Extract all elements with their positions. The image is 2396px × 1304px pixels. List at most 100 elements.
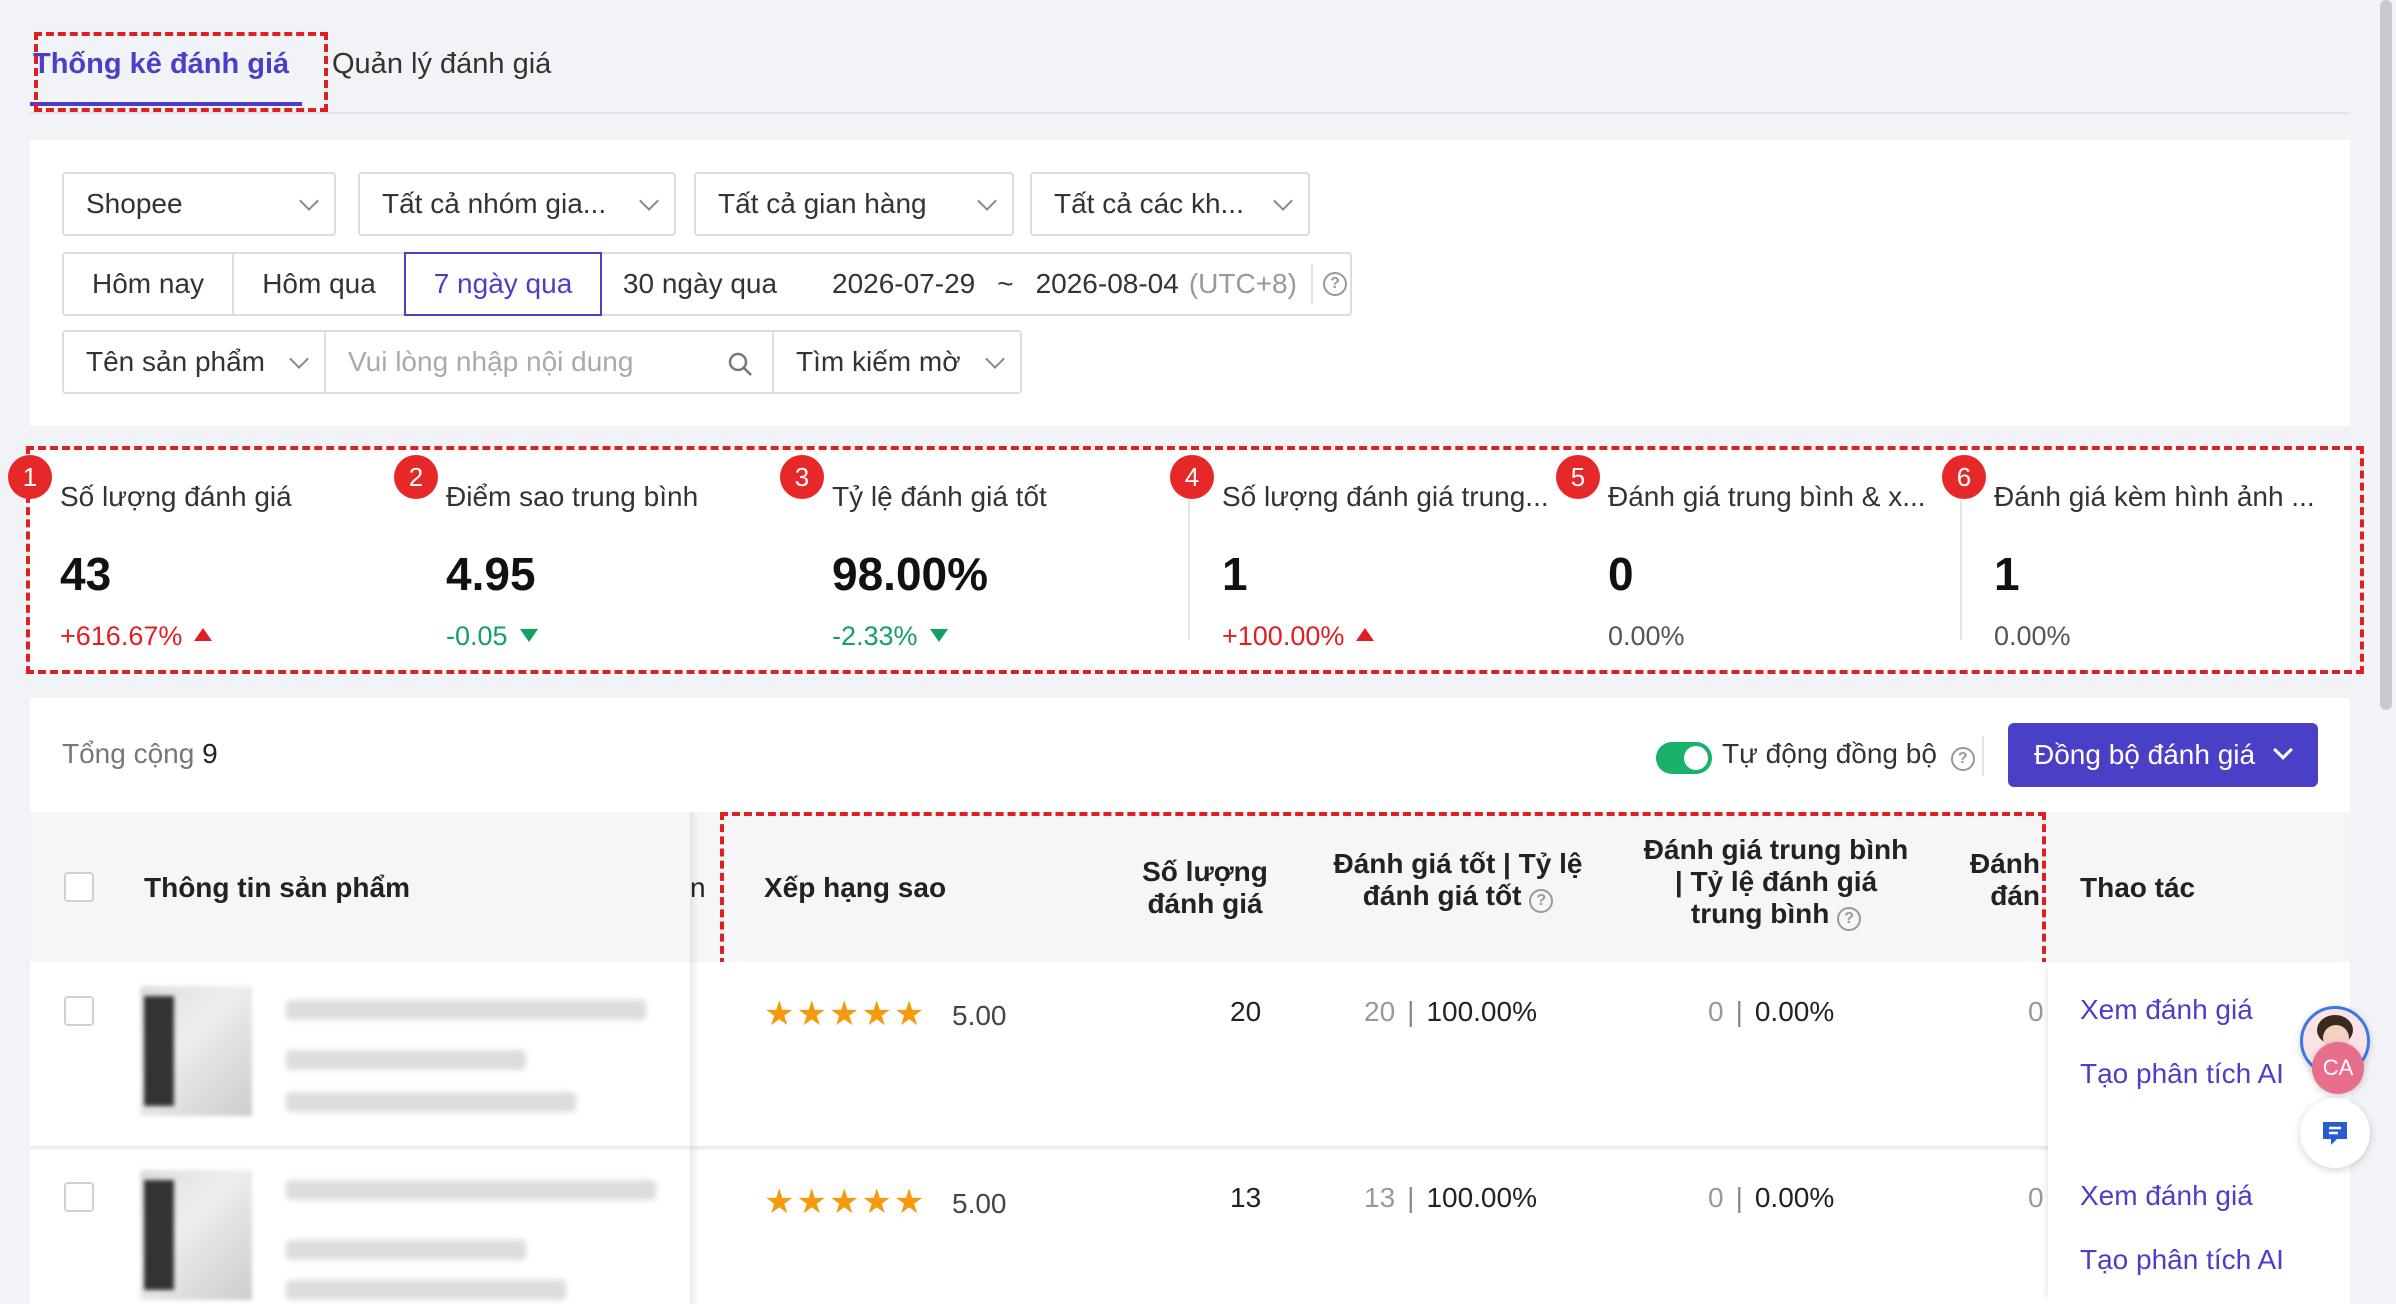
avatar-badge[interactable]: CA xyxy=(2312,1042,2364,1094)
stat-value: 4.95 xyxy=(446,548,536,600)
search-field-select[interactable]: Tên sản phẩm xyxy=(62,330,326,394)
stat-change-value: -0.05 xyxy=(446,621,508,651)
chevron-down-icon xyxy=(639,191,659,211)
customer-select[interactable]: Tất cả các kh... xyxy=(1030,172,1310,236)
rating-value: 5.00 xyxy=(952,1000,1007,1031)
annotation-badge: 3 xyxy=(780,455,824,499)
chat-icon xyxy=(2323,1122,2347,1145)
avg-review-cell: 0 | 0.00% xyxy=(1708,996,1834,1028)
help-icon[interactable]: ? xyxy=(1322,272,1347,296)
platform-select[interactable]: Shopee xyxy=(62,172,336,236)
product-meta-blurred xyxy=(286,1240,526,1260)
date-end: 2026-08-04 xyxy=(1035,268,1179,299)
stat-change-value: +100.00% xyxy=(1222,621,1345,651)
tab-review-manage[interactable]: Quản lý đánh giá xyxy=(332,48,551,81)
stat-card-avg-bad-review: 5 Đánh giá trung bình & x... 0 0.00% xyxy=(1556,455,1936,675)
select-all-checkbox[interactable] xyxy=(64,872,94,902)
chat-button[interactable] xyxy=(2300,1098,2370,1168)
chevron-down-icon xyxy=(985,349,1005,369)
search-mode-select[interactable]: Tìm kiếm mờ xyxy=(772,330,1022,394)
platform-select-value: Shopee xyxy=(86,188,183,219)
date-tab-7days[interactable]: 7 ngày qua xyxy=(404,252,602,316)
divider xyxy=(1310,264,1313,304)
stat-card-avg-review-count: 4 Số lượng đánh giá trung... 1 +100.00% xyxy=(1170,455,1550,675)
review-count: 13 xyxy=(1230,1182,1262,1213)
avg-count: 0 xyxy=(1708,996,1724,1027)
row-checkbox[interactable] xyxy=(64,996,94,1026)
chevron-down-icon xyxy=(1273,191,1293,211)
avg-review-cell: 0 | 0.00% xyxy=(1708,1182,1834,1214)
arrow-down-icon xyxy=(519,629,538,643)
ai-analysis-link[interactable]: Tạo phân tích AI xyxy=(2080,1058,2284,1090)
arrow-down-icon xyxy=(929,629,948,643)
stat-change: 0.00% xyxy=(1608,621,1685,651)
product-meta-blurred xyxy=(286,1092,576,1112)
chevron-down-icon xyxy=(289,349,309,369)
product-image xyxy=(140,986,252,1116)
search-icon[interactable] xyxy=(726,350,754,378)
view-reviews-link[interactable]: Xem đánh giá xyxy=(2080,1180,2253,1212)
stat-card-avg-stars: 2 Điểm sao trung bình 4.95 -0.05 xyxy=(394,455,774,675)
date-tab-30days[interactable]: 30 ngày qua xyxy=(600,252,800,316)
review-count: 20 xyxy=(1230,996,1262,1027)
column-shadow xyxy=(690,962,700,1304)
group-select[interactable]: Tất cả nhóm gia... xyxy=(358,172,676,236)
shop-select[interactable]: Tất cả gian hàng xyxy=(694,172,1014,236)
view-reviews-link[interactable]: Xem đánh giá xyxy=(2080,994,2253,1026)
separator: | xyxy=(1735,1182,1743,1213)
separator: | xyxy=(1407,996,1415,1027)
header-cut-letter: n xyxy=(690,872,706,903)
product-meta-blurred xyxy=(286,1050,526,1070)
product-image-detail xyxy=(144,996,174,1106)
annotation-box-tab xyxy=(34,32,328,112)
good-rate: 100.00% xyxy=(1426,1182,1537,1213)
sync-reviews-button[interactable]: Đồng bộ đánh giá xyxy=(2008,723,2318,787)
total-label: Tổng cộng xyxy=(62,738,195,769)
divider xyxy=(1982,736,1984,776)
search-mode-value: Tìm kiếm mờ xyxy=(796,346,961,377)
stat-change: 0.00% xyxy=(1994,621,2071,651)
stat-change: +100.00% xyxy=(1222,621,1375,652)
stat-value: 43 xyxy=(60,548,112,600)
stat-card-review-count: 1 Số lượng đánh giá 43 +616.67% xyxy=(8,455,388,675)
search-input[interactable]: Vui lòng nhập nội dung xyxy=(324,330,774,394)
ai-analysis-link[interactable]: Tạo phân tích AI xyxy=(2080,1244,2284,1276)
stat-value: 1 xyxy=(1994,548,2020,600)
date-tab-today[interactable]: Hôm nay xyxy=(62,252,234,316)
date-tab-yesterday[interactable]: Hôm qua xyxy=(232,252,406,316)
separator: | xyxy=(1735,996,1743,1027)
page-scrollbar[interactable] xyxy=(2380,0,2392,710)
timezone-label: (UTC+8) xyxy=(1188,268,1297,299)
search-field-value: Tên sản phẩm xyxy=(86,346,265,377)
help-icon[interactable]: ? xyxy=(1950,747,1975,771)
avg-rate: 0.00% xyxy=(1754,996,1835,1027)
total-value: 9 xyxy=(202,738,218,769)
product-image xyxy=(140,1170,252,1300)
star-rating-icon: ★★★★★ xyxy=(764,995,927,1033)
separator: | xyxy=(1407,1182,1415,1213)
product-name-blurred xyxy=(286,1000,646,1020)
date-range-picker[interactable]: 2026-07-29 ~ 2026-08-04 (UTC+8) ? xyxy=(798,252,1352,316)
annotation-box-columns xyxy=(720,812,2046,966)
search-placeholder: Vui lòng nhập nội dung xyxy=(348,346,634,377)
star-rating-icon: ★★★★★ xyxy=(764,1183,927,1221)
row-checkbox[interactable] xyxy=(64,1182,94,1212)
annotation-badge: 1 xyxy=(8,455,52,499)
stat-label: Số lượng đánh giá xyxy=(60,481,292,512)
product-name-blurred xyxy=(286,1180,656,1200)
avg-count: 0 xyxy=(1708,1182,1724,1213)
header-actions: Thao tác xyxy=(2080,872,2196,903)
auto-sync-toggle[interactable] xyxy=(1656,742,1712,774)
good-count: 20 xyxy=(1364,996,1396,1027)
chevron-down-icon xyxy=(977,191,997,211)
shop-select-value: Tất cả gian hàng xyxy=(718,188,927,219)
stat-label: Số lượng đánh giá trung... xyxy=(1222,481,1549,512)
stat-change: -2.33% xyxy=(832,621,948,652)
good-review-cell: 20 | 100.00% xyxy=(1364,996,1537,1028)
auto-sync-text: Tự động đồng bộ xyxy=(1722,738,1937,769)
annotation-badge: 2 xyxy=(394,455,438,499)
stat-label: Đánh giá trung bình & x... xyxy=(1608,481,1926,512)
bad-review-cell: 0 xyxy=(2028,996,2044,1027)
sync-button-label: Đồng bộ đánh giá xyxy=(2034,739,2256,770)
customer-select-value: Tất cả các kh... xyxy=(1054,188,1244,219)
